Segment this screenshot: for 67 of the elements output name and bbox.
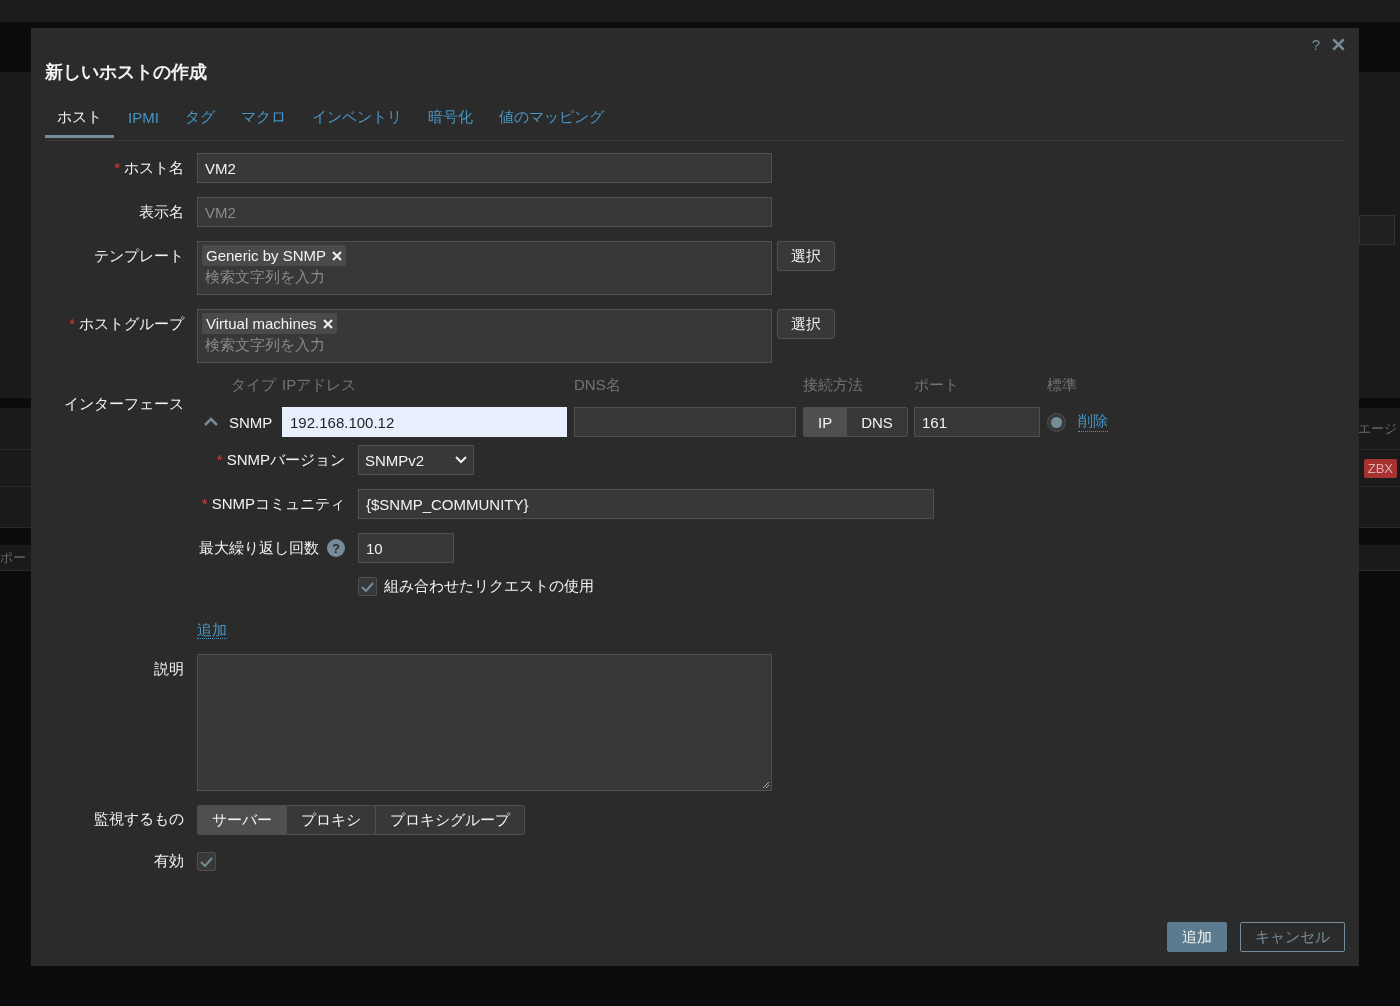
select-button[interactable]: 選択 xyxy=(777,309,835,339)
field-label: テンプレート xyxy=(94,247,184,264)
column-header: ポー xyxy=(0,548,26,567)
add-link[interactable]: 追加 xyxy=(197,621,227,639)
help-button[interactable]: ? xyxy=(1311,36,1320,53)
checkbox-label: 組み合わせたリクエストの使用 xyxy=(384,577,594,596)
required-asterisk: * xyxy=(114,159,120,176)
tab[interactable]: 暗号化 xyxy=(415,102,485,138)
toggle-option[interactable]: IP xyxy=(804,408,847,436)
field-label: 監視するもの xyxy=(93,809,184,829)
tab[interactable]: ホスト xyxy=(45,102,114,138)
field-label: 最大繰り返し回数 xyxy=(199,538,319,556)
toggle-option[interactable]: プロキシ xyxy=(286,806,375,834)
cancel-button[interactable]: キャンセル xyxy=(1240,922,1345,952)
column-header: ポート xyxy=(914,376,960,395)
toggle-option[interactable]: プロキシグループ xyxy=(375,806,524,834)
chevron-up-icon[interactable] xyxy=(203,417,219,427)
input-field[interactable]: 192.168.100.12 xyxy=(282,407,567,437)
dropdown[interactable]: SNMPv2 xyxy=(358,445,474,475)
toggle-option[interactable]: DNS xyxy=(846,408,907,436)
remove-icon[interactable] xyxy=(332,250,343,261)
field-label: インターフェース xyxy=(63,394,184,414)
input-field[interactable]: 10 xyxy=(358,533,454,563)
column-header: タイプ xyxy=(230,376,278,395)
dialog-title: 新しいホストの作成 xyxy=(45,61,207,84)
column-header: IPアドレス xyxy=(282,376,358,395)
multiselect-field[interactable]: Generic by SNMP 検索文字列を入力 xyxy=(197,241,772,295)
input-field[interactable] xyxy=(574,407,796,437)
field-label: 表示名 xyxy=(139,203,184,220)
tab[interactable]: 値のマッピング xyxy=(486,102,616,138)
field-label: SNMPバージョン xyxy=(226,450,345,468)
tab[interactable]: インベントリ xyxy=(299,102,414,138)
field-label: SNMPコミュニティ xyxy=(211,494,345,512)
field-label: 説明 xyxy=(153,659,184,679)
checkbox[interactable] xyxy=(358,577,377,596)
tab[interactable]: IPMI xyxy=(116,102,171,138)
radio-button[interactable] xyxy=(1047,412,1066,432)
field-label: ホスト名 xyxy=(124,159,184,176)
field-label: 有効 xyxy=(153,851,184,871)
tab[interactable]: マクロ xyxy=(228,102,298,138)
close-button[interactable] xyxy=(1332,38,1345,51)
help-icon[interactable]: ? xyxy=(327,539,345,557)
multiselect-field[interactable]: Virtual machines 検索文字列を入力 xyxy=(197,309,772,363)
agent-badge: ZBX xyxy=(1363,458,1397,478)
required-asterisk: * xyxy=(69,315,75,332)
column-header: DNS名 xyxy=(574,376,622,395)
toggle-option[interactable]: サーバー xyxy=(198,806,286,834)
column-header: 標準 xyxy=(1047,376,1078,395)
chevron-down-icon xyxy=(455,456,467,464)
checkbox[interactable] xyxy=(197,852,216,871)
input-field[interactable]: 161 xyxy=(914,407,1040,437)
add-button[interactable]: 追加 xyxy=(1167,922,1227,952)
select-button[interactable]: 選択 xyxy=(777,241,835,271)
required-asterisk: * xyxy=(216,450,223,468)
interface-type: SNMP xyxy=(229,413,273,431)
column-header: 接続方法 xyxy=(803,376,864,395)
tag-chip: Generic by SNMP xyxy=(202,245,347,266)
column-header: エージ xyxy=(1358,419,1397,438)
field-label: ホストグループ xyxy=(79,315,184,332)
tab[interactable]: タグ xyxy=(172,102,227,138)
resize-grip-icon xyxy=(762,781,770,789)
remove-icon[interactable] xyxy=(322,318,333,329)
input-field[interactable]: VM2 xyxy=(197,153,772,183)
required-asterisk: * xyxy=(201,494,208,512)
tag-chip: Virtual machines xyxy=(202,313,337,334)
remove-link[interactable]: 削除 xyxy=(1078,412,1108,432)
input-field[interactable]: {$SNMP_COMMUNITY} xyxy=(358,489,934,519)
